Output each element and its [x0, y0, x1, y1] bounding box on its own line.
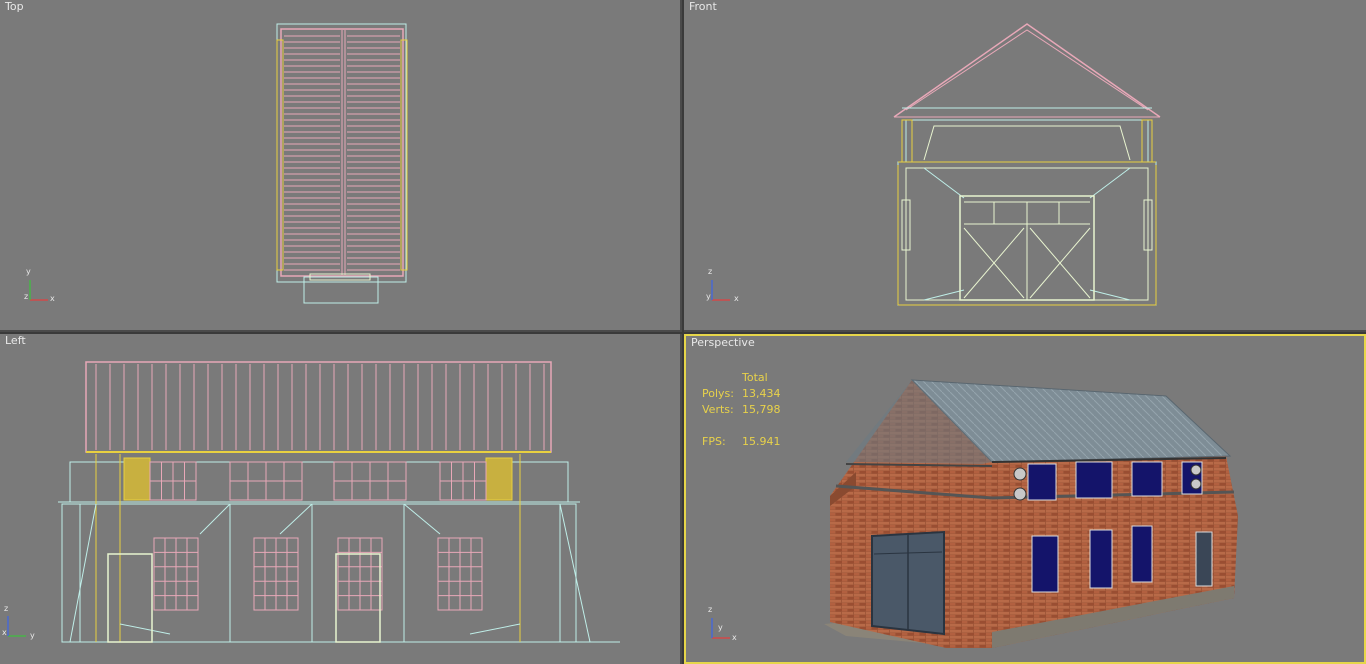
gizmo-y-label: y	[26, 267, 31, 276]
gizmo-z-label: z	[4, 604, 8, 613]
viewport-left[interactable]: Left y z x	[0, 334, 682, 664]
gizmo-x-label: x	[50, 294, 55, 303]
gizmo-z-label: z	[24, 292, 28, 301]
gizmo-y-label: y	[718, 623, 723, 632]
gizmo-x-label: x	[734, 294, 739, 303]
gizmo-z-label: z	[708, 605, 712, 614]
gizmo-y-label: y	[30, 631, 35, 640]
viewport-front[interactable]: Front x z y	[684, 0, 1366, 332]
viewport-top[interactable]: Top x y z	[0, 0, 682, 332]
gizmo-z-label: z	[708, 267, 712, 276]
gizmo-y-label: y	[706, 292, 711, 301]
perspective-render: x z y	[708, 379, 1238, 648]
top-wireframe: x y z	[24, 23, 408, 304]
left-wireframe: y z x	[2, 361, 620, 643]
gizmo-x-label: x	[2, 628, 7, 637]
front-wireframe: x z y	[706, 23, 1161, 306]
gizmo-x-label: x	[732, 633, 737, 642]
viewport-perspective[interactable]: Perspective Total Polys: 13,434 Verts: 15,…	[684, 334, 1366, 664]
